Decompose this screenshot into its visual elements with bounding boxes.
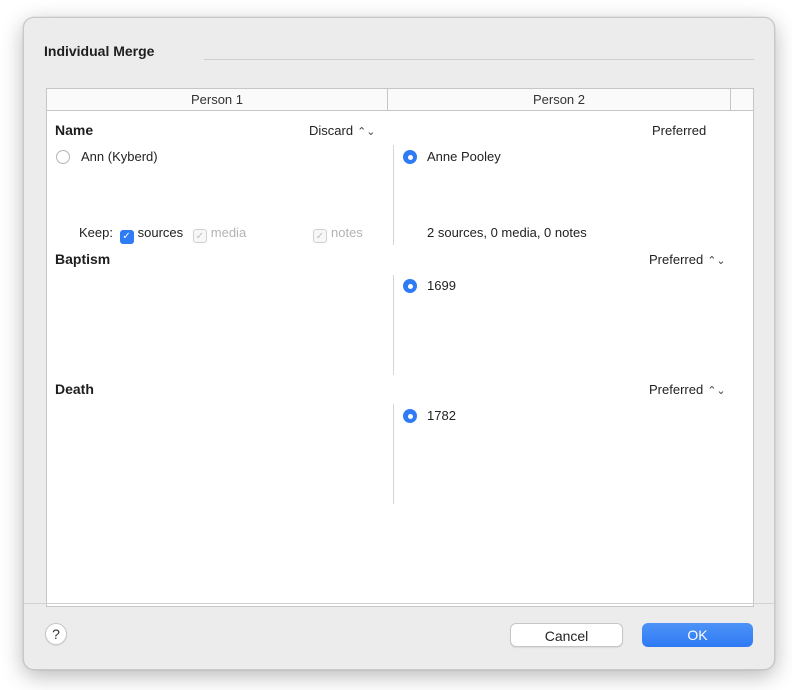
baptism-person2-value: 1699 [427,278,456,293]
name-section-title: Name [55,122,94,138]
death-divider [393,404,394,504]
keep-notes-checkbox: ✓ [313,229,327,243]
keep-media-checkbox: ✓ [192,229,207,243]
keep-media-label: media [210,225,247,240]
name-person1-radio[interactable] [56,150,70,164]
keep-notes-label: notes [331,225,363,240]
baptism-action-popup[interactable]: Preferred ⌃⌄ [649,252,726,267]
ok-button[interactable]: OK [642,623,753,647]
name-person2-value: Anne Pooley [427,149,501,164]
name-person2-radio[interactable] [403,150,417,164]
name-person1-value: Ann (Kyberd) [81,149,158,164]
column-header-person-1[interactable]: Person 1 [47,89,388,111]
cancel-button[interactable]: Cancel [510,623,623,647]
name-person1-action-label: Discard [309,123,354,138]
individual-merge-dialog: Individual Merge Person 1 Person 2 Name … [23,17,775,670]
baptism-person2-radio[interactable] [403,279,417,293]
chevron-updown-icon: ⌃⌄ [357,126,376,138]
name-person2-summary: 2 sources, 0 media, 0 notes [427,225,587,240]
column-header-person-2[interactable]: Person 2 [388,89,731,111]
keep-options: Keep: ✓ sources ✓ media [79,225,246,244]
chevron-updown-icon: ⌃⌄ [707,255,726,267]
dialog-title: Individual Merge [44,43,155,59]
death-person2-radio[interactable] [403,409,417,423]
name-person1-action-popup[interactable]: Discard ⌃⌄ [309,123,376,138]
name-person2-action-label: Preferred [652,123,707,138]
dialog-header: Individual Merge [44,43,754,63]
keep-sources-checkbox[interactable]: ✓ [119,230,134,244]
baptism-section-title: Baptism [55,251,111,267]
baptism-action-label: Preferred [649,252,704,267]
chevron-updown-icon: ⌃⌄ [707,385,726,397]
keep-label: Keep: [79,225,113,240]
death-action-label: Preferred [649,382,704,397]
death-person2-value: 1782 [427,408,456,423]
keep-notes-option: ✓ notes [313,225,363,243]
death-section-title: Death [55,381,94,397]
footer-separator [24,603,774,604]
baptism-divider [393,275,394,375]
help-button[interactable]: ? [45,623,67,645]
merge-panel: Person 1 Person 2 Name Discard ⌃⌄ Preferr… [46,88,754,607]
death-action-popup[interactable]: Preferred ⌃⌄ [649,382,726,397]
title-separator [204,59,754,60]
column-header-extra [731,89,753,111]
name-divider [393,145,394,245]
keep-sources-label: sources [137,225,184,240]
